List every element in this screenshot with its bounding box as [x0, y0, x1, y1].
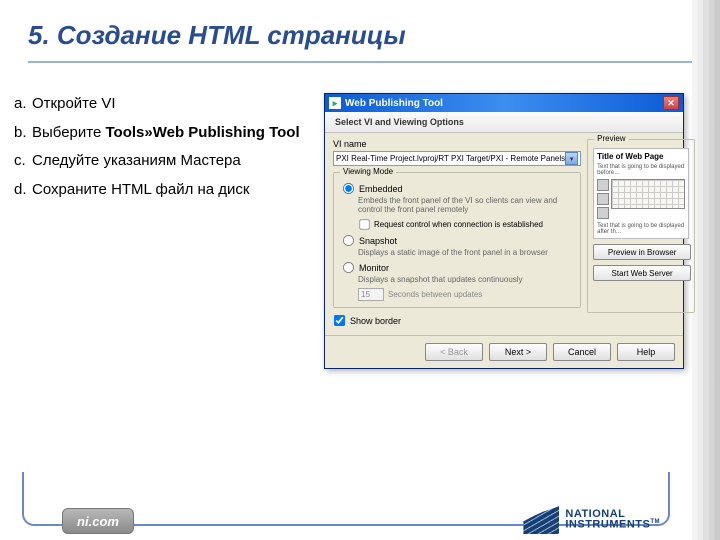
slide-title: 5. Создание HTML страницы: [0, 0, 720, 55]
show-border-label: Show border: [350, 316, 401, 326]
vi-name-value: PXI Real-Time Project.lvproj/RT PXI Targ…: [336, 154, 565, 163]
request-control-row[interactable]: Request control when connection is estab…: [358, 218, 572, 231]
radio-embedded-input[interactable]: [343, 183, 354, 194]
embedded-desc: Embeds the front panel of the VI so clie…: [358, 196, 572, 214]
radio-monitor-label: Monitor: [359, 263, 389, 273]
radio-snapshot-input[interactable]: [343, 235, 354, 246]
monitor-desc: Displays a snapshot that updates continu…: [358, 275, 572, 284]
preview-after-text: Text that is going to be displayed after…: [597, 223, 685, 235]
radio-monitor[interactable]: Monitor: [342, 261, 572, 274]
radio-monitor-input[interactable]: [343, 262, 354, 273]
ni-eagle-icon: [523, 506, 559, 534]
ni-com-badge: ni.com: [62, 508, 134, 534]
chevron-down-icon[interactable]: ▾: [565, 152, 578, 165]
preview-control-icon: [597, 179, 609, 191]
step-bold: Tools»Web Publishing Tool: [105, 124, 299, 141]
dialog-right-column: Preview Title of Web Page Text that is g…: [587, 139, 695, 327]
preview-control-icon: [597, 193, 609, 205]
dialog-header: Select VI and Viewing Options: [325, 112, 683, 133]
start-web-server-button[interactable]: Start Web Server: [593, 265, 691, 281]
preview-in-browser-button[interactable]: Preview in Browser: [593, 244, 691, 260]
step-prefix: Выберите: [32, 124, 105, 141]
preview-title: Title of Web Page: [597, 152, 685, 161]
web-publishing-dialog: ▸ Web Publishing Tool ✕ Select VI and Vi…: [324, 93, 684, 369]
viewing-mode-label: Viewing Mode: [340, 167, 396, 176]
close-icon[interactable]: ✕: [663, 96, 679, 110]
request-control-checkbox[interactable]: [359, 219, 369, 229]
seconds-spinner[interactable]: 15: [358, 288, 384, 301]
request-control-label: Request control when connection is estab…: [374, 220, 543, 229]
preview-chart-icon: [611, 179, 685, 209]
preview-panel: [597, 179, 685, 219]
content-area: a. Откройте VI b. Выберите Tools»Web Pub…: [0, 63, 720, 369]
step-text: Откройте VI: [32, 93, 324, 116]
radio-embedded-label: Embedded: [359, 184, 403, 194]
dialog-title-text: Web Publishing Tool: [345, 98, 443, 109]
instructions-list: a. Откройте VI b. Выберите Tools»Web Pub…: [14, 93, 324, 207]
ni-logo-text: NATIONAL INSTRUMENTSTM: [565, 510, 660, 530]
step-text: Сохраните HTML файл на диск: [32, 179, 324, 202]
back-button[interactable]: < Back: [425, 343, 483, 361]
next-button[interactable]: Next >: [489, 343, 547, 361]
ni-logo: NATIONAL INSTRUMENTSTM: [523, 506, 660, 534]
preview-box: Title of Web Page Text that is going to …: [593, 148, 689, 239]
dialog-titlebar[interactable]: ▸ Web Publishing Tool ✕: [325, 94, 683, 112]
preview-control-icon: [597, 207, 609, 219]
logo-tm: TM: [650, 519, 660, 525]
step-d: d. Сохраните HTML файл на диск: [14, 179, 324, 202]
step-letter: c.: [14, 150, 32, 173]
show-border-checkbox[interactable]: [334, 315, 345, 326]
help-button[interactable]: Help: [617, 343, 675, 361]
cancel-button[interactable]: Cancel: [553, 343, 611, 361]
step-a: a. Откройте VI: [14, 93, 324, 116]
snapshot-desc: Displays a static image of the front pan…: [358, 248, 572, 257]
step-b: b. Выберите Tools»Web Publishing Tool: [14, 122, 324, 145]
step-letter: a.: [14, 93, 32, 116]
vi-name-combo[interactable]: PXI Real-Time Project.lvproj/RT PXI Targ…: [333, 151, 581, 166]
side-stripe: [692, 0, 720, 540]
seconds-label: Seconds between updates: [388, 290, 482, 299]
step-c: c. Следуйте указаниям Мастера: [14, 150, 324, 173]
seconds-row: 15 Seconds between updates: [358, 288, 572, 301]
app-icon: ▸: [329, 97, 341, 109]
preview-label: Preview: [594, 134, 628, 143]
step-letter: d.: [14, 179, 32, 202]
step-text: Выберите Tools»Web Publishing Tool: [32, 122, 324, 145]
preview-group: Preview Title of Web Page Text that is g…: [587, 139, 695, 313]
radio-snapshot[interactable]: Snapshot: [342, 234, 572, 247]
step-letter: b.: [14, 122, 32, 145]
vi-name-label: VI name: [333, 139, 581, 149]
radio-snapshot-label: Snapshot: [359, 236, 397, 246]
dialog-footer: < Back Next > Cancel Help: [325, 335, 683, 368]
dialog-body: VI name PXI Real-Time Project.lvproj/RT …: [325, 133, 683, 335]
dialog-left-column: VI name PXI Real-Time Project.lvproj/RT …: [333, 139, 581, 327]
radio-embedded[interactable]: Embedded: [342, 182, 572, 195]
preview-before-text: Text that is going to be displayed befor…: [597, 164, 685, 176]
viewing-mode-group: Viewing Mode Embedded Embeds the front p…: [333, 172, 581, 308]
step-text: Следуйте указаниям Мастера: [32, 150, 324, 173]
show-border-row[interactable]: Show border: [333, 314, 581, 327]
logo-line2: INSTRUMENTS: [565, 518, 650, 530]
